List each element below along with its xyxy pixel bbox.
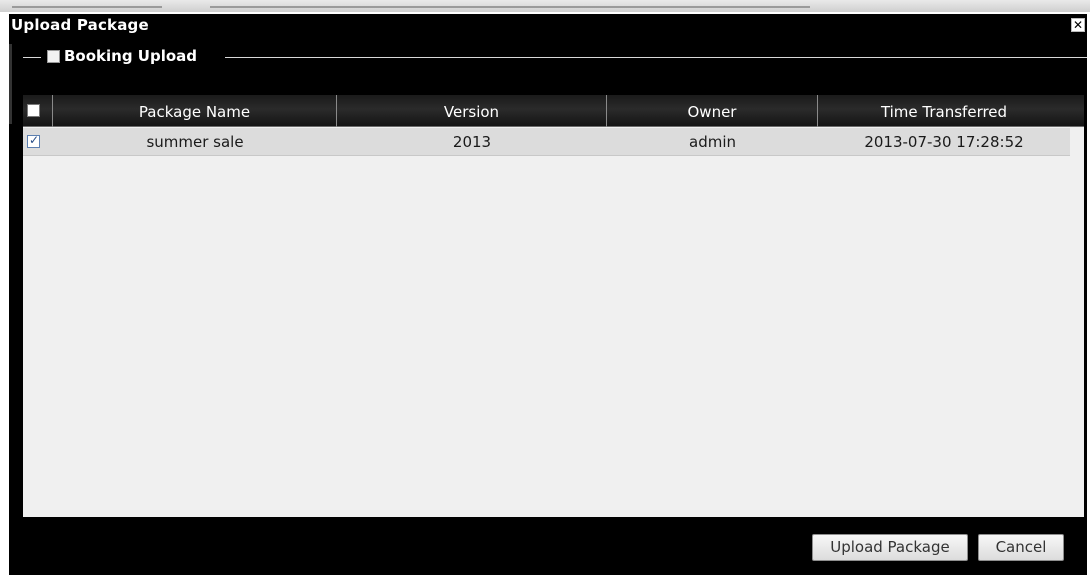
column-header-version[interactable]: Version [337, 95, 607, 127]
dialog-titlebar[interactable]: Upload Package ✕ [9, 14, 1087, 38]
column-header-time-transferred[interactable]: Time Transferred [818, 95, 1070, 127]
table-row[interactable]: ✓ summer sale 2013 admin 2013-07-30 17:2… [23, 128, 1070, 156]
upload-package-dialog: Upload Package ✕ Booking Upload Package … [9, 14, 1087, 575]
background-window-strip [0, 0, 1090, 12]
select-all-header [23, 95, 53, 127]
close-icon[interactable]: ✕ [1071, 18, 1085, 32]
cell-version: 2013 [452, 133, 492, 151]
background-divider [12, 6, 162, 8]
booking-upload-legend: Booking Upload [47, 47, 197, 65]
booking-upload-label: Booking Upload [64, 47, 198, 65]
row-checkbox[interactable]: ✓ [27, 133, 40, 148]
package-grid: Package Name Version Owner Time Transfer… [23, 95, 1084, 517]
checkmark-icon: ✓ [29, 133, 40, 147]
grid-header: Package Name Version Owner Time Transfer… [23, 95, 1084, 127]
fieldset-border [23, 57, 41, 58]
select-all-checkbox[interactable] [27, 104, 40, 117]
cell-time-transferred: 2013-07-30 17:28:52 [864, 133, 1024, 151]
fieldset-border [225, 57, 1087, 58]
cell-owner: admin [689, 133, 736, 151]
booking-upload-checkbox[interactable] [47, 49, 60, 63]
grid-scrollbar[interactable] [1070, 128, 1084, 517]
dialog-left-edge [9, 44, 12, 124]
upload-package-button[interactable]: Upload Package [812, 534, 968, 561]
cancel-button[interactable]: Cancel [978, 534, 1064, 561]
cell-package-name: summer sale [146, 133, 244, 151]
dialog-title: Upload Package [11, 16, 149, 34]
column-header-owner[interactable]: Owner [607, 95, 818, 127]
dialog-footer: Upload Package Cancel [23, 517, 1084, 572]
background-divider [210, 6, 810, 8]
column-header-package-name[interactable]: Package Name [53, 95, 337, 127]
